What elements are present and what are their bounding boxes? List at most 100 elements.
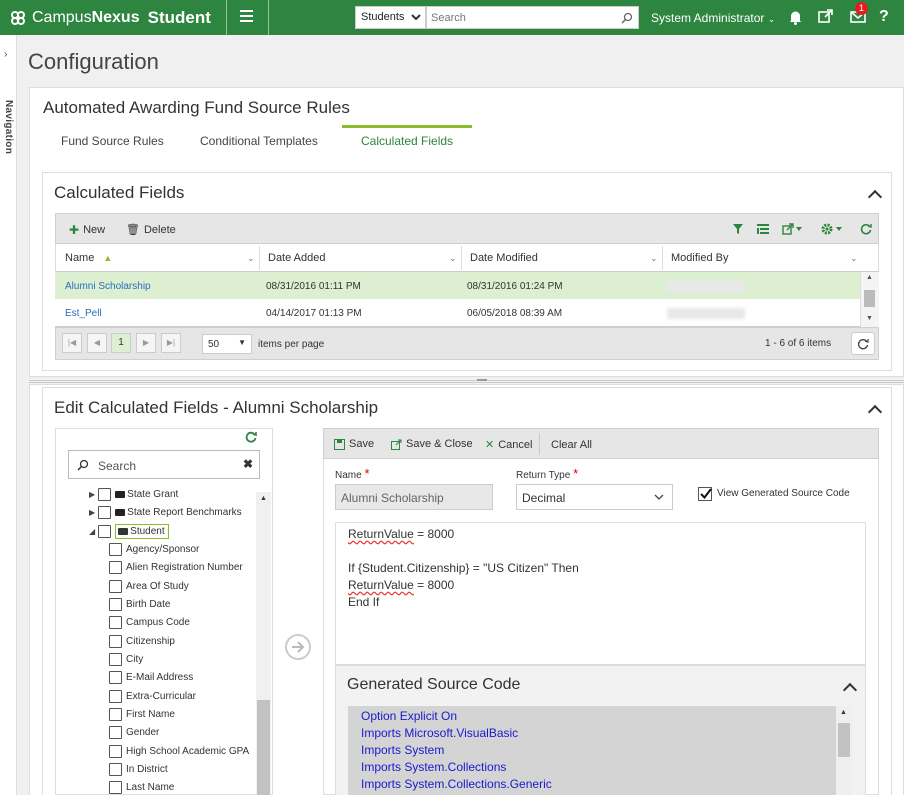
tree-field[interactable]: City	[109, 653, 143, 666]
prev-page-button[interactable]: ◀	[87, 333, 107, 353]
pager-refresh-button[interactable]	[851, 332, 875, 355]
tree-scrollbar[interactable]: ▲	[256, 492, 271, 795]
new-button[interactable]: ✚ New	[69, 223, 105, 237]
tree-field[interactable]: Campus Code	[109, 616, 190, 629]
external-link-icon[interactable]	[818, 9, 833, 24]
toolbar-divider	[539, 433, 540, 455]
view-generated-label: View Generated Source Code	[717, 488, 850, 499]
sort-ascending-icon: ▲	[103, 253, 113, 263]
insert-field-button[interactable]	[285, 634, 311, 660]
filter-icon[interactable]	[733, 224, 743, 234]
cancel-button[interactable]: ✕ Cancel	[485, 438, 532, 452]
grid-scrollbar[interactable]: ▲ ▼	[860, 272, 879, 327]
tree-checkbox[interactable]	[98, 506, 112, 519]
code-line: If {Student.Citizenship} = "US Citizen" …	[348, 561, 579, 575]
code-line: End If	[348, 595, 380, 609]
column-menu-icon[interactable]: ⌄	[247, 253, 255, 264]
caret-down-icon: ▼	[238, 338, 246, 347]
splitter-handle[interactable]	[477, 379, 487, 381]
tab-fund-source-rules[interactable]: Fund Source Rules	[61, 134, 164, 148]
bell-icon[interactable]	[788, 9, 803, 25]
row-name-link[interactable]: Alumni Scholarship	[65, 281, 151, 292]
tree-field[interactable]: Last Name	[109, 781, 174, 794]
last-page-button[interactable]: ▶|	[161, 333, 181, 353]
column-header-date-added[interactable]: Date Added	[268, 252, 326, 264]
rules-title: Automated Awarding Fund Source Rules	[43, 98, 350, 117]
name-field[interactable]: Alumni Scholarship	[335, 484, 493, 510]
tree-field[interactable]: Gender	[109, 726, 159, 739]
row-name-link[interactable]: Est_Pell	[65, 308, 102, 319]
return-type-select[interactable]: Decimal	[516, 484, 673, 510]
trash-icon: 🗑	[126, 224, 140, 236]
tree-field[interactable]: In District	[109, 763, 168, 776]
menu-icon[interactable]	[240, 10, 253, 25]
delete-button[interactable]: 🗑 Delete	[126, 223, 176, 237]
save-close-button[interactable]: Save & Close	[391, 438, 473, 450]
column-menu-icon[interactable]: ⌄	[449, 253, 457, 264]
tree-field[interactable]: Birth Date	[109, 598, 170, 611]
next-page-button[interactable]: ▶	[136, 333, 156, 353]
column-menu-icon[interactable]: ⌄	[850, 253, 858, 264]
generated-scrollbar[interactable]: ▲	[836, 706, 852, 795]
row-modified-by-redacted	[667, 281, 745, 292]
tab-calculated-fields[interactable]: Calculated Fields	[361, 134, 453, 148]
refresh-icon[interactable]	[860, 223, 872, 235]
tree-field[interactable]: Extra-Curricular	[109, 690, 196, 703]
chevron-down-icon	[411, 14, 421, 21]
refresh-icon[interactable]	[245, 431, 257, 443]
arrow-right-icon	[292, 641, 305, 653]
save-close-icon	[391, 439, 402, 450]
tree-field[interactable]: Agency/Sponsor	[109, 543, 199, 556]
divider	[226, 0, 227, 35]
name-field-label: Name *	[335, 466, 370, 481]
current-page[interactable]: 1	[111, 333, 131, 353]
tree-checkbox[interactable]	[98, 488, 112, 501]
generated-code-line: Imports System	[361, 743, 445, 757]
search-scope-select[interactable]: Students	[355, 6, 426, 29]
columns-icon[interactable]	[757, 224, 769, 234]
tree-checkbox[interactable]	[98, 525, 112, 538]
column-header-name[interactable]: Name ▲	[65, 252, 112, 264]
collapse-arrow-icon: ◢	[89, 527, 96, 536]
save-button[interactable]: Save	[334, 438, 374, 450]
top-bar: Campus Nexus Student Students Search Syst…	[0, 0, 904, 35]
export-icon[interactable]	[782, 223, 802, 235]
tree-folder-student[interactable]: ◢ Student	[89, 524, 169, 539]
tab-conditional-templates[interactable]: Conditional Templates	[200, 134, 318, 148]
field-tree-panel	[55, 428, 273, 795]
tree-field[interactable]: Area Of Study	[109, 580, 189, 593]
row-date-added: 04/14/2017 01:13 PM	[266, 308, 362, 319]
help-icon[interactable]: ?	[879, 8, 889, 26]
column-header-modified-by[interactable]: Modified By	[671, 252, 728, 264]
tree-field[interactable]: E-Mail Address	[109, 671, 193, 684]
row-date-added: 08/31/2016 01:11 PM	[266, 281, 361, 292]
tree-field[interactable]: Citizenship	[109, 635, 175, 648]
calculated-fields-title: Calculated Fields	[54, 183, 185, 202]
return-type-label: Return Type *	[516, 466, 579, 481]
view-generated-checkbox[interactable]	[698, 487, 712, 501]
column-header-date-modified[interactable]: Date Modified	[470, 252, 538, 264]
tree-field[interactable]: High School Academic GPA	[109, 745, 249, 758]
expand-arrow-icon: ▶	[89, 508, 96, 517]
tree-folder[interactable]: ▶ State Report Benchmarks	[89, 506, 242, 519]
tree-search-input[interactable]: Search ✖	[68, 450, 260, 479]
column-divider	[461, 246, 462, 270]
search-input[interactable]: Search	[426, 6, 639, 29]
brand-logo[interactable]: Campus Nexus Student	[10, 0, 211, 35]
first-page-button[interactable]: |◀	[62, 333, 82, 353]
code-line: ReturnValue = 8000	[348, 578, 455, 592]
page-size-select[interactable]: 50 ▼	[202, 334, 252, 354]
tree-folder[interactable]: ▶ State Grant	[89, 488, 178, 501]
user-menu[interactable]: System Administrator ⌄	[651, 11, 775, 25]
navigation-rail[interactable]: › Navigation	[0, 35, 17, 795]
splitter[interactable]	[29, 380, 904, 383]
tree-field[interactable]: Alien Registration Number	[109, 561, 243, 574]
generated-code-line: Imports System.Collections	[361, 760, 507, 774]
code-editor[interactable]	[335, 522, 866, 665]
column-menu-icon[interactable]: ⌄	[650, 253, 658, 264]
cancel-icon: ✕	[485, 439, 495, 451]
tree-field[interactable]: First Name	[109, 708, 175, 721]
settings-gear-icon[interactable]	[821, 223, 843, 235]
save-icon	[334, 438, 345, 450]
clear-all-button[interactable]: Clear All	[551, 439, 592, 451]
